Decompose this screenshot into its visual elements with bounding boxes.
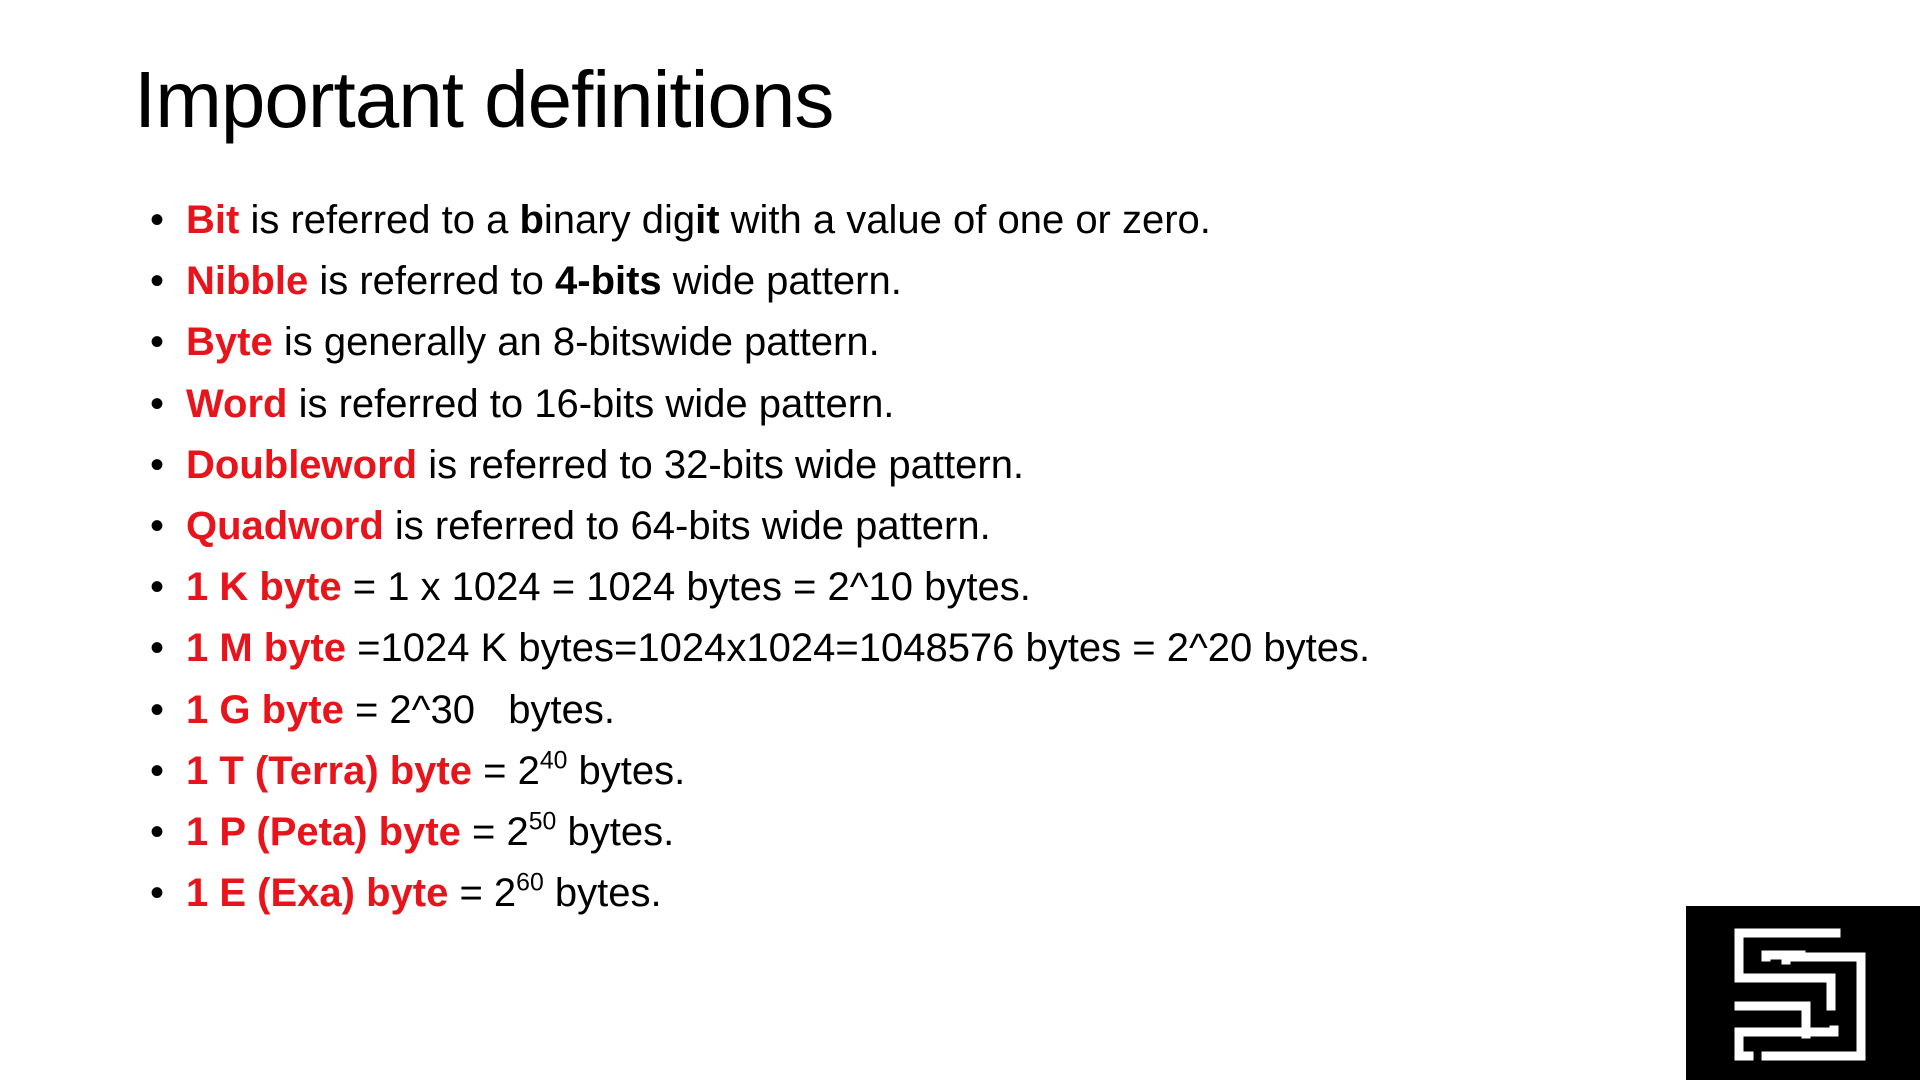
bullet-icon: • [150,809,165,854]
bullet-icon: • [150,626,165,671]
list-item-bit: • Bit is referred to a binary digit with… [150,190,1750,251]
definition-text: is generally an 8-bitswide pattern. [272,320,880,365]
list-item-text: 1 T (Terra) byte = 240 bytes. [186,741,685,802]
emphasis-text: 4-bits [555,259,662,304]
term-label: Word [186,381,288,426]
list-item-word: • Word is referred to 16-bits wide patte… [150,374,1750,435]
list-item-megabyte: • 1 M byte =1024 K bytes=1024x1024=10485… [150,618,1750,679]
bullet-icon: • [150,503,165,548]
bullet-icon: • [150,565,165,610]
definition-text: = 2 [448,871,517,916]
list-item-text: Doubleword is referred to 32-bits wide p… [186,435,1024,496]
list-item-text: Quadword is referred to 64-bits wide pat… [186,496,991,557]
list-item-text: 1 M byte =1024 K bytes=1024x1024=1048576… [186,618,1370,679]
bullet-icon: • [150,748,165,793]
list-item-gigabyte: • 1 G byte = 2^30 bytes. [150,680,1750,741]
list-item-text: Byte is generally an 8-bitswide pattern. [186,312,880,373]
definition-text: = 2^30 bytes. [343,687,615,732]
list-item-text: 1 G byte = 2^30 bytes. [186,680,615,741]
exponent: 60 [516,869,544,897]
definition-text: =1024 K bytes=1024x1024=1048576 bytes = … [346,626,1371,671]
definition-text: is referred to a [239,198,520,242]
list-item-text: Bit is referred to a binary digit with a… [186,190,1211,251]
bullet-icon: • [150,259,165,304]
definition-text: = 2 [460,809,529,854]
bullet-icon: • [150,687,165,732]
list-item-text: 1 K byte = 1 x 1024 = 1024 bytes = 2^10 … [186,557,1031,618]
bullet-icon: • [150,871,165,916]
list-item-exabyte: • 1 E (Exa) byte = 260 bytes. [150,863,1750,924]
list-item-terabyte: • 1 T (Terra) byte = 240 bytes. [150,741,1750,802]
slide-title: Important definitions [134,55,834,144]
definition-text: is referred to 16-bits wide pattern. [287,381,895,426]
slide: Important definitions • Bit is referred … [0,0,1920,1080]
definition-text: bytes. [556,809,675,854]
definition-text: bytes. [543,871,662,916]
list-item-text: Word is referred to 16-bits wide pattern… [186,374,894,435]
definition-text: wide pattern. [661,259,902,304]
list-item-text: Nibble is referred to 4-bits wide patter… [186,251,902,312]
exponent: 50 [528,808,557,836]
list-item-quadword: • Quadword is referred to 64-bits wide p… [150,496,1750,557]
term-label: Quadword [186,503,384,548]
bullet-icon: • [150,320,165,365]
list-item-text: 1 E (Exa) byte = 260 bytes. [186,863,662,924]
term-label: 1 M byte [186,626,347,671]
list-item-text: 1 P (Peta) byte = 250 bytes. [186,802,674,863]
emphasis-text: b [519,198,544,242]
definition-text: = 1 x 1024 = 1024 bytes = 2^10 bytes. [341,565,1031,610]
list-item-petabyte: • 1 P (Peta) byte = 250 bytes. [150,802,1750,863]
term-label: Byte [186,320,273,365]
bullet-icon: • [150,198,165,242]
definition-text: is referred to 64-bits wide pattern. [383,503,991,548]
term-label: 1 E (Exa) byte [186,871,449,916]
term-label: 1 K byte [186,565,342,610]
term-label: Nibble [186,259,309,304]
definitions-list: • Bit is referred to a binary digit with… [150,190,1750,924]
definition-text: is referred to 32-bits wide pattern. [417,442,1025,487]
bullet-icon: • [150,442,165,487]
list-item-nibble: • Nibble is referred to 4-bits wide patt… [150,251,1750,312]
exponent: 40 [539,747,568,775]
definition-text: inary dig [543,198,696,242]
emphasis-text: it [695,198,720,242]
bullet-icon: • [150,381,165,426]
term-label: Doubleword [186,442,418,487]
definition-text: = 2 [472,748,540,793]
term-label: 1 T (Terra) byte [186,748,472,793]
list-item-byte: • Byte is generally an 8-bitswide patter… [150,312,1750,373]
term-label: 1 G byte [186,687,344,732]
channel-logo-icon [1734,928,1866,1061]
term-label: Bit [186,198,240,242]
term-label: 1 P (Peta) byte [186,809,461,854]
list-item-kilobyte: • 1 K byte = 1 x 1024 = 1024 bytes = 2^1… [150,557,1750,618]
list-item-doubleword: • Doubleword is referred to 32-bits wide… [150,435,1750,496]
definition-text: bytes. [567,748,686,793]
channel-logo [1686,906,1920,1080]
definition-text: with a value of one or zero. [719,198,1211,242]
definition-text: is referred to [308,259,555,304]
